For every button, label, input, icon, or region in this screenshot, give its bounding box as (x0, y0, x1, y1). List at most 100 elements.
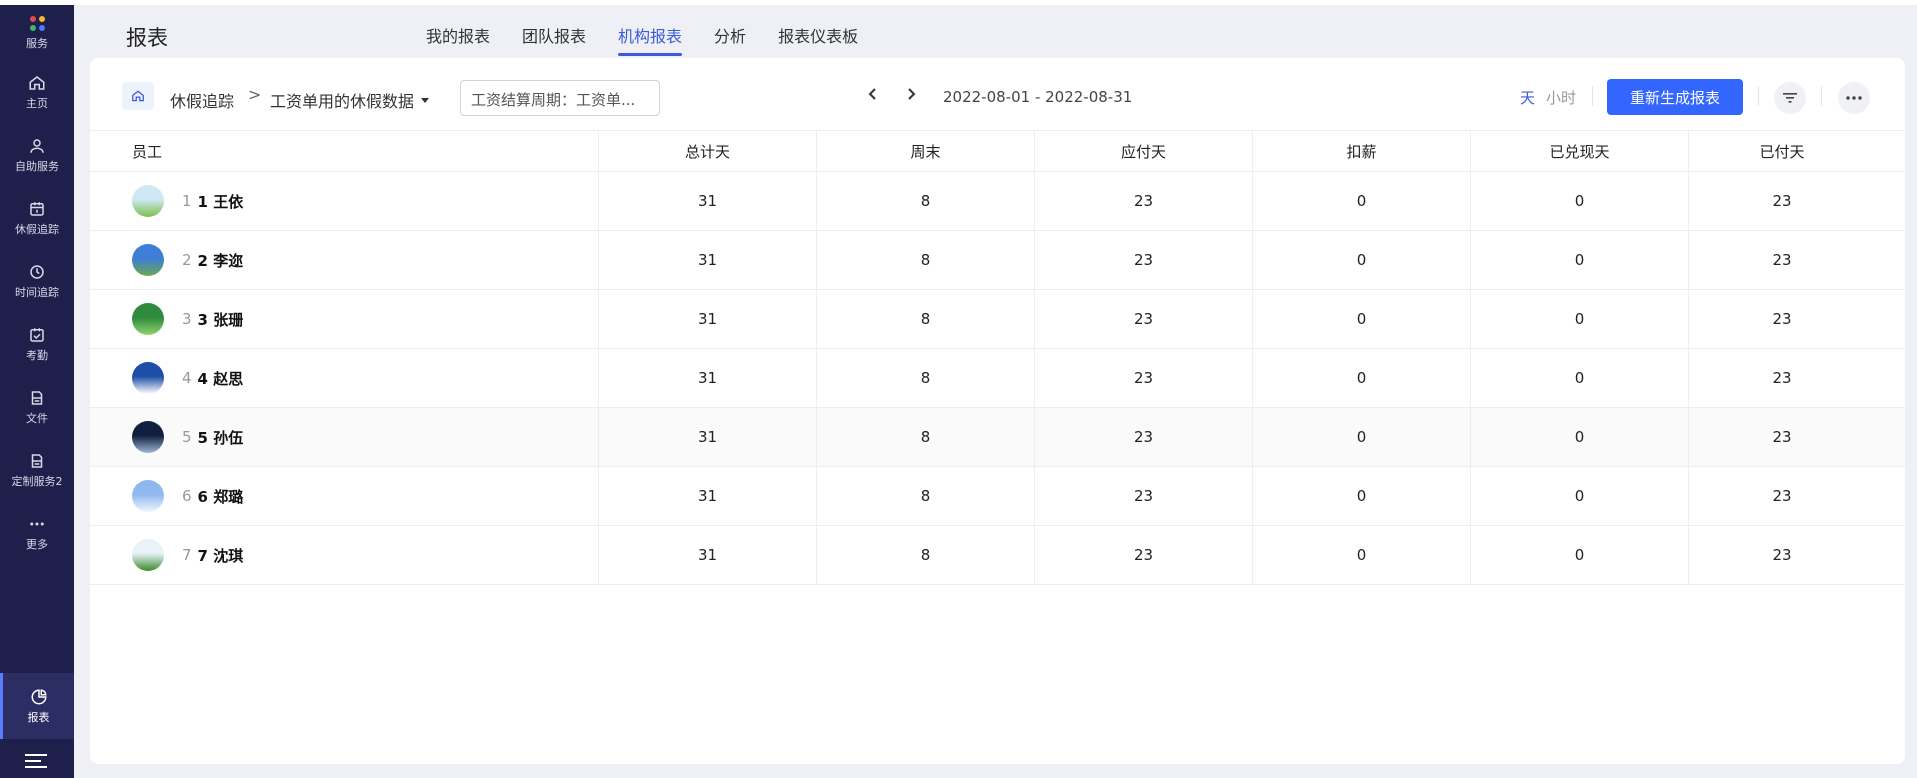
sidebar-item-files[interactable]: 文件 (0, 376, 74, 439)
cashed-days-cell: 0 (1470, 349, 1688, 407)
avatar (132, 539, 164, 571)
cashed-days-cell: 0 (1470, 231, 1688, 289)
table-row[interactable]: 77 沈琪 31 8 23 0 0 23 (90, 526, 1905, 585)
paid-days-cell: 23 (1688, 408, 1875, 466)
previous-period-button[interactable] (865, 86, 881, 106)
employee-name[interactable]: 2 李迩 (198, 250, 244, 271)
more-options-button[interactable] (1838, 82, 1870, 114)
employee-cell[interactable]: 6 6 郑璐 (90, 467, 598, 525)
payable-days-cell: 23 (1034, 467, 1252, 525)
next-period-button[interactable] (903, 86, 919, 106)
unit-toggle-hour[interactable]: 小时 (1546, 87, 1576, 108)
tab-team-reports[interactable]: 团队报表 (506, 24, 602, 56)
sidebar-item-leave-tracking[interactable]: 休假追踪 (0, 187, 74, 250)
sidebar-item-label: 定制服务2 (11, 475, 63, 488)
breadcrumb-home-button[interactable] (122, 82, 154, 110)
home-icon (29, 76, 45, 90)
menu-collapse-icon (25, 754, 47, 768)
tab-org-reports[interactable]: 机构报表 (602, 24, 698, 56)
sidebar-item-label: 主页 (26, 97, 48, 110)
employee-name[interactable]: 3 张珊 (198, 309, 244, 330)
breadcrumb-leave-tracking[interactable]: 休假追踪 (170, 88, 234, 112)
table-row[interactable]: 22 李迩 31 8 23 0 0 23 (90, 231, 1905, 290)
employee-cell[interactable]: 3 3 张珊 (90, 290, 598, 348)
sidebar-item-more[interactable]: 更多 (0, 502, 74, 565)
sidebar-item-label: 文件 (26, 412, 48, 425)
report-card: 休假追踪 > 工资单用的休假数据 工资结算周期：工资单... 2022-08-0… (90, 58, 1905, 764)
table-row[interactable]: 44 赵思 31 8 23 0 0 23 (90, 349, 1905, 408)
paid-days-cell: 23 (1688, 467, 1875, 525)
table-row[interactable]: 33 张珊 31 8 23 0 0 23 (90, 290, 1905, 349)
table-row[interactable]: 55 孙伍 31 8 23 0 0 23 (90, 408, 1905, 467)
sidebar-item-label: 自助服务 (15, 160, 59, 173)
tab-report-dashboard[interactable]: 报表仪表板 (762, 24, 874, 56)
employee-name[interactable]: 4 赵思 (198, 368, 244, 389)
pay-period-select[interactable]: 工资结算周期：工资单... (460, 80, 660, 116)
avatar (132, 303, 164, 335)
employee-cell[interactable]: 5 5 孙伍 (90, 408, 598, 466)
payable-days-cell: 23 (1034, 290, 1252, 348)
payable-days-cell: 23 (1034, 408, 1252, 466)
sidebar-item-time-tracking[interactable]: 时间追踪 (0, 250, 74, 313)
weekend-cell: 8 (816, 349, 1034, 407)
total-days-cell: 31 (598, 467, 816, 525)
avatar (132, 244, 164, 276)
home-icon (132, 90, 144, 102)
weekend-cell: 8 (816, 172, 1034, 230)
avatar (132, 480, 164, 512)
weekend-cell: 8 (816, 231, 1034, 289)
column-header-payable-days[interactable]: 应付天 (1034, 131, 1252, 171)
table-body: 11 王依 31 8 23 0 0 23 2 2 李迩 31 8 23 0 0 23 3 3 张珊 31 8 23 0 0… (90, 172, 1905, 585)
employee-name[interactable]: 5 孙伍 (198, 427, 244, 448)
table-row[interactable]: 11 王依 31 8 23 0 0 23 (90, 172, 1905, 231)
employee-cell[interactable]: 2 2 李迩 (90, 231, 598, 289)
total-days-cell: 31 (598, 408, 816, 466)
deduction-cell: 0 (1252, 231, 1470, 289)
divider (1758, 86, 1759, 106)
column-header-weekend[interactable]: 周末 (816, 131, 1034, 171)
employee-cell[interactable]: 4 4 赵思 (90, 349, 598, 407)
employee-cell[interactable]: 1 1 王依 (90, 172, 598, 230)
employee-cell[interactable]: 7 7 沈琪 (90, 526, 598, 584)
total-days-cell: 31 (598, 526, 816, 584)
column-header-deduction[interactable]: 扣薪 (1252, 131, 1470, 171)
sidebar-item-label: 报表 (27, 710, 50, 724)
cashed-days-cell: 0 (1470, 172, 1688, 230)
payable-days-cell: 23 (1034, 172, 1252, 230)
collapse-menu-button[interactable] (0, 752, 74, 770)
app-logo-icon (29, 15, 45, 31)
sidebar-item-attendance[interactable]: 考勤 (0, 313, 74, 376)
column-header-paid-days[interactable]: 已付天 (1688, 131, 1875, 171)
tab-analytics[interactable]: 分析 (698, 24, 762, 56)
regenerate-report-button[interactable]: 重新生成报表 (1607, 79, 1743, 115)
employee-name[interactable]: 1 王依 (198, 191, 244, 212)
deduction-cell: 0 (1252, 467, 1470, 525)
employee-name[interactable]: 7 沈琪 (198, 545, 244, 566)
sidebar-item-label: 休假追踪 (15, 223, 59, 236)
sidebar-item-reports[interactable]: 报表 (0, 673, 74, 739)
total-days-cell: 31 (598, 349, 816, 407)
cashed-days-cell: 0 (1470, 467, 1688, 525)
sidebar-item-home[interactable]: 主页 (0, 61, 74, 124)
column-header-cashed-days[interactable]: 已兑现天 (1470, 131, 1688, 171)
sidebar-item-self-service[interactable]: 自助服务 (0, 124, 74, 187)
calendar-check-icon (30, 328, 44, 342)
sidebar: 服务 主页 自助服务 休假追踪 时间追踪 考勤 文件 定制服务2 更多 报表 (0, 5, 74, 778)
avatar (132, 185, 164, 217)
breadcrumb-separator: > (248, 85, 262, 104)
table-row[interactable]: 66 郑璐 31 8 23 0 0 23 (90, 467, 1905, 526)
paid-days-cell: 23 (1688, 526, 1875, 584)
employee-index: 6 (182, 487, 192, 505)
tab-my-reports[interactable]: 我的报表 (410, 24, 506, 56)
column-header-employee[interactable]: 员工 (90, 131, 598, 171)
sidebar-item-custom-service-2[interactable]: 定制服务2 (0, 439, 74, 502)
sidebar-item-services[interactable]: 服务 (0, 5, 74, 61)
report-selector[interactable]: 工资单用的休假数据 (270, 88, 430, 112)
column-header-total-days[interactable]: 总计天 (598, 131, 816, 171)
unit-toggle-day[interactable]: 天 (1520, 87, 1535, 108)
sidebar-item-label: 考勤 (26, 349, 48, 362)
weekend-cell: 8 (816, 290, 1034, 348)
filter-button[interactable] (1774, 82, 1806, 114)
clock-icon (30, 265, 44, 279)
employee-name[interactable]: 6 郑璐 (198, 486, 244, 507)
